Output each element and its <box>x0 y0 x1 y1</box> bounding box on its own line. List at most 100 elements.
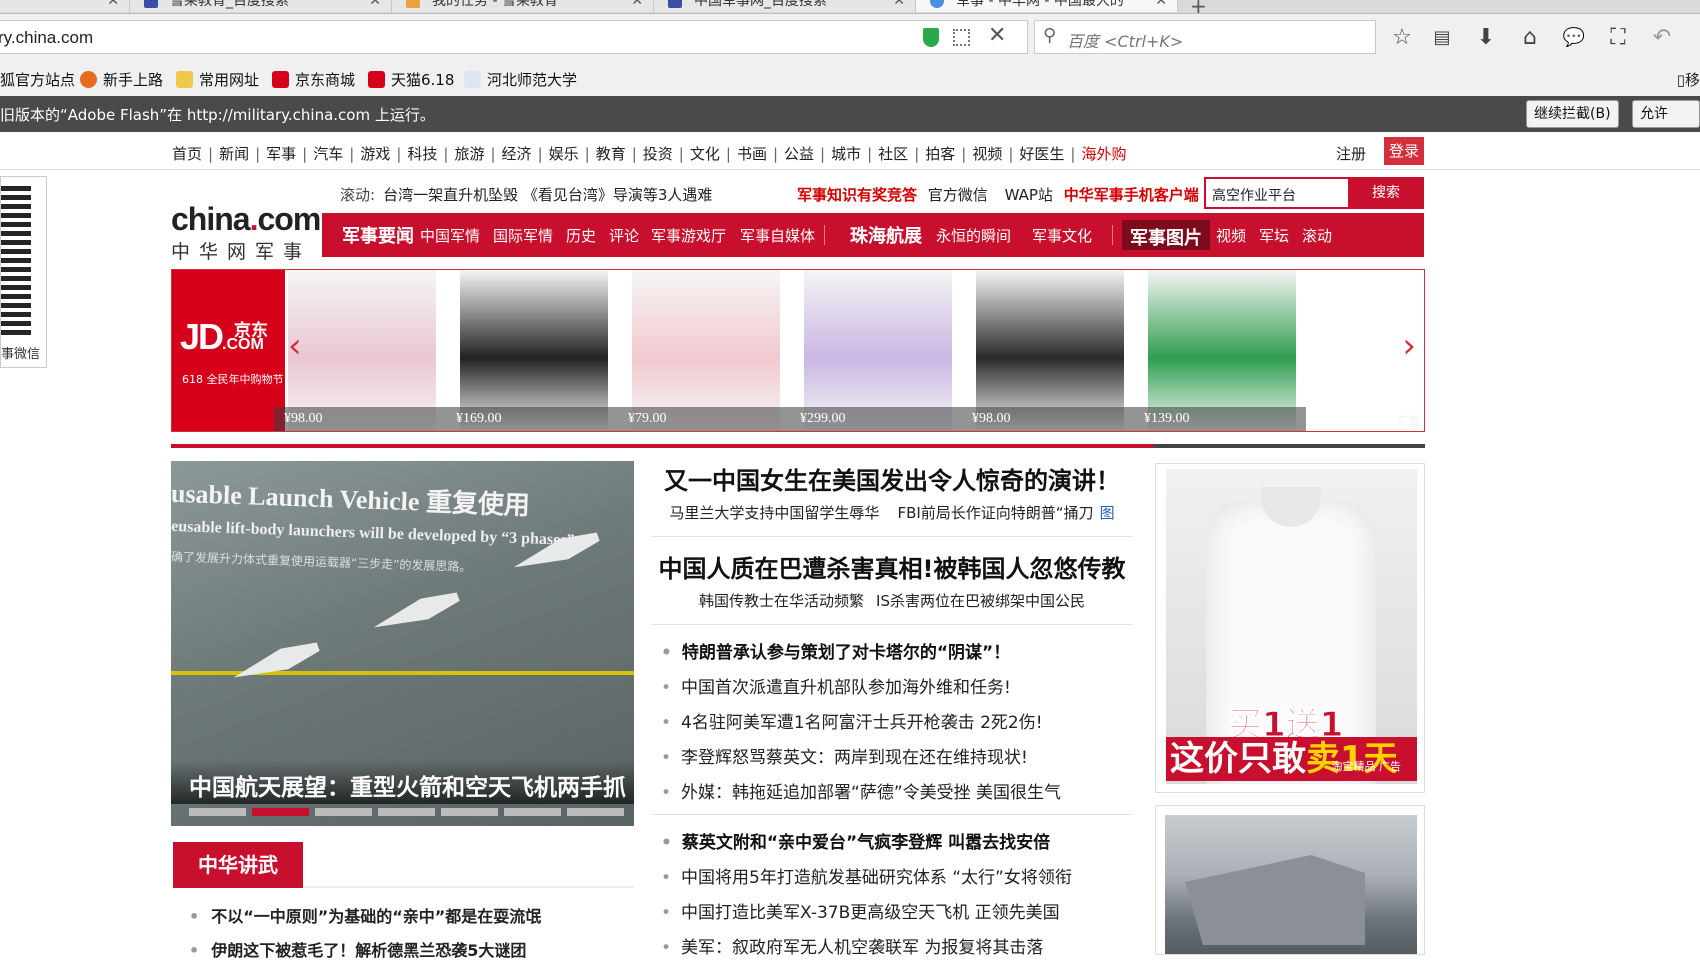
browser-search-bar[interactable]: ⚲ 百度 <Ctrl+K> <box>1034 20 1376 54</box>
bookmark-item[interactable]: 常用网址 <box>176 69 259 90</box>
product-tile[interactable]: ¥169.00 <box>446 270 618 431</box>
channel-nav-item[interactable]: 视频 <box>1216 225 1246 246</box>
close-icon[interactable]: ✕ <box>988 23 1006 48</box>
browser-tab[interactable]: 中国军事网_百度搜索 ✕ <box>654 0 916 12</box>
slider-dot[interactable] <box>567 808 624 816</box>
mobile-bookmarks[interactable]: ▯移 <box>1677 69 1700 90</box>
headline-title[interactable]: 又一中国女生在美国发出令人惊奇的演讲！ <box>651 461 1133 496</box>
new-tab-icon[interactable]: + <box>1190 0 1207 13</box>
login-button[interactable]: 登录 <box>1384 137 1424 165</box>
channel-nav-item[interactable]: 中国军情 <box>420 225 480 246</box>
product-tile[interactable]: ¥98.00 <box>962 270 1134 431</box>
channel-nav-item[interactable]: 永恒的瞬间 <box>936 225 1011 246</box>
news-item[interactable]: 蔡英文附和“亲中爱台”气疯李登辉 叫嚣去找安倍 <box>661 828 1072 863</box>
browser-tab[interactable]: 我的任务 - 雪莱教育 ✕ <box>392 0 654 12</box>
top-nav-link[interactable]: 文化 <box>690 145 720 163</box>
slider-dot[interactable] <box>378 808 435 816</box>
channel-nav-item[interactable]: 军事文化 <box>1032 225 1092 246</box>
url-bar[interactable]: ry.china.com ✕ <box>0 20 1028 54</box>
top-nav-link[interactable]: 书画 <box>737 145 767 163</box>
channel-nav-item[interactable]: 历史 <box>566 225 596 246</box>
headline-sub-link[interactable]: IS杀害两位在巴被绑架中国公民 <box>876 592 1085 610</box>
slider-dot[interactable] <box>315 808 372 816</box>
quiz-link[interactable]: 军事知识有奖竞答 <box>797 186 917 204</box>
top-nav-link[interactable]: 投资 <box>643 145 673 163</box>
bookmark-item[interactable]: 河北师范大学 <box>464 69 577 90</box>
channel-nav-item[interactable]: 军事游戏厅 <box>651 225 726 246</box>
news-ticker[interactable]: 滚动: 台湾一架直升机坠毁 《看见台湾》导演等3人遇难 <box>340 184 712 205</box>
top-nav-link[interactable]: 科技 <box>407 145 437 163</box>
channel-nav-item-active[interactable]: 军事图片 <box>1122 220 1210 250</box>
bookmark-item[interactable]: 天猫6.18 <box>368 69 454 90</box>
qr-code-icon[interactable] <box>953 29 970 46</box>
top-nav-link[interactable]: 军事 <box>266 145 296 163</box>
top-nav-link[interactable]: 游戏 <box>360 145 390 163</box>
jd-ad-strip[interactable]: JD.COM 京东 618 全民年中购物节 ¥98.00 ¥169.00 ¥79.0… <box>171 269 1425 432</box>
top-nav-link[interactable]: 首页 <box>172 145 202 163</box>
top-nav-link[interactable]: 城市 <box>831 145 861 163</box>
close-icon[interactable]: ✕ <box>1155 0 1167 12</box>
site-logo[interactable]: china.com 中华网军事 <box>171 203 321 264</box>
top-nav-link[interactable]: 公益 <box>784 145 814 163</box>
slider-dot[interactable] <box>252 808 309 816</box>
bookmark-item[interactable]: 京东商城 <box>272 69 355 90</box>
undo-icon[interactable]: ↶ <box>1648 24 1676 52</box>
news-item[interactable]: 特朗普承认参与策划了对卡塔尔的“阴谋”！ <box>661 638 1061 673</box>
news-item[interactable]: 外媒：韩拖延追加部署“萨德”令美受挫 美国很生气 <box>661 778 1061 813</box>
close-icon[interactable]: ✕ <box>631 0 643 12</box>
chevron-right-icon[interactable]: › <box>1402 326 1416 366</box>
chevron-left-icon[interactable]: ‹ <box>288 326 302 366</box>
wap-link[interactable]: WAP站 <box>1005 186 1053 204</box>
browser-tab[interactable]: 雪莱教育_百度搜索 ✕ <box>130 0 392 12</box>
close-icon[interactable]: ✕ <box>369 0 381 12</box>
slider-dot[interactable] <box>504 808 561 816</box>
crop-icon[interactable]: ⛶ <box>1604 24 1632 52</box>
url-text[interactable]: ry.china.com <box>0 28 93 48</box>
weixin-qr-box[interactable]: 事微信 <box>0 176 47 368</box>
top-nav-link[interactable]: 好医生 <box>1019 145 1064 163</box>
browser-tab[interactable]: ✕ <box>0 0 130 12</box>
product-tile[interactable]: ¥299.00 <box>790 270 962 431</box>
headline-sub-link[interactable]: 韩国传教士在华活动频繁 <box>699 592 864 610</box>
flash-block-button[interactable]: 继续拦截(B) <box>1526 100 1619 128</box>
top-nav-link[interactable]: 社区 <box>878 145 908 163</box>
product-tile[interactable]: ¥139.00 <box>1134 270 1306 431</box>
headline-sub-link[interactable]: 马里兰大学支持中国留学生辱华 <box>669 504 879 522</box>
site-search-button[interactable]: 搜索 <box>1348 177 1424 209</box>
top-nav-link[interactable]: 经济 <box>502 145 532 163</box>
top-nav-link[interactable]: 娱乐 <box>549 145 579 163</box>
list-item[interactable]: 伊朗这下被惹毛了！解析德黑兰恐袭5大谜团 <box>189 937 541 961</box>
headline-sub-link[interactable]: FBI前局长作证向特朗普“捅刀图 <box>891 504 1114 522</box>
news-item[interactable]: 李登辉怒骂蔡英文：两岸到现在还在维持现状! <box>661 743 1061 778</box>
top-nav-link[interactable]: 新闻 <box>219 145 249 163</box>
top-nav-link[interactable]: 视频 <box>972 145 1002 163</box>
client-link[interactable]: 中华军事手机客户端 <box>1064 186 1199 204</box>
slider-dot[interactable] <box>189 808 246 816</box>
channel-nav-item[interactable]: 评论 <box>609 225 639 246</box>
home-icon[interactable]: ⌂ <box>1516 24 1544 52</box>
news-item[interactable]: 4名驻阿美军遭1名阿富汗士兵开枪袭击 2死2伤! <box>661 708 1061 743</box>
channel-nav-item[interactable]: 军事要闻 <box>342 222 414 248</box>
chat-icon[interactable]: 💬 <box>1560 24 1588 52</box>
channel-nav-item[interactable]: 珠海航展 <box>850 222 922 248</box>
close-icon[interactable]: ✕ <box>107 0 119 12</box>
bookmark-star-icon[interactable]: ☆ <box>1388 24 1416 52</box>
download-icon[interactable]: ⬇ <box>1472 24 1500 52</box>
shirt-ad[interactable]: 买1送1 这价只敢卖1天 淘宝精品 广告 <box>1155 463 1425 793</box>
channel-nav-item[interactable]: 滚动 <box>1302 225 1332 246</box>
register-link[interactable]: 注册 <box>1336 143 1366 164</box>
feature-slider[interactable]: usable Launch Vehicle 重复使用 eusable lift-… <box>171 461 634 826</box>
bookmark-item[interactable]: 狐官方站点 <box>0 69 75 90</box>
site-search-input[interactable]: 高空作业平台 <box>1212 185 1296 205</box>
news-item[interactable]: 美军：叙政府军无人机空袭联军 为报复将其击落 <box>661 933 1072 968</box>
list-item[interactable]: 不以“一中原则”为基础的“亲中”都是在耍流氓 <box>189 903 541 927</box>
section-title[interactable]: 中华讲武 <box>173 842 303 888</box>
flash-allow-button[interactable]: 允许(A)... <box>1632 100 1700 148</box>
top-nav-link[interactable]: 海外购 <box>1081 145 1126 163</box>
channel-nav-item[interactable]: 国际军情 <box>493 225 553 246</box>
bookmark-item[interactable]: 新手上路 <box>80 69 163 90</box>
slide-caption[interactable]: 中国航天展望：重型火箭和空天飞机两手抓 <box>171 760 634 804</box>
ship-photo-card[interactable] <box>1155 805 1425 955</box>
news-item[interactable]: 中国首次派遣直升机部队参加海外维和任务! <box>661 673 1061 708</box>
top-nav-link[interactable]: 汽车 <box>313 145 343 163</box>
